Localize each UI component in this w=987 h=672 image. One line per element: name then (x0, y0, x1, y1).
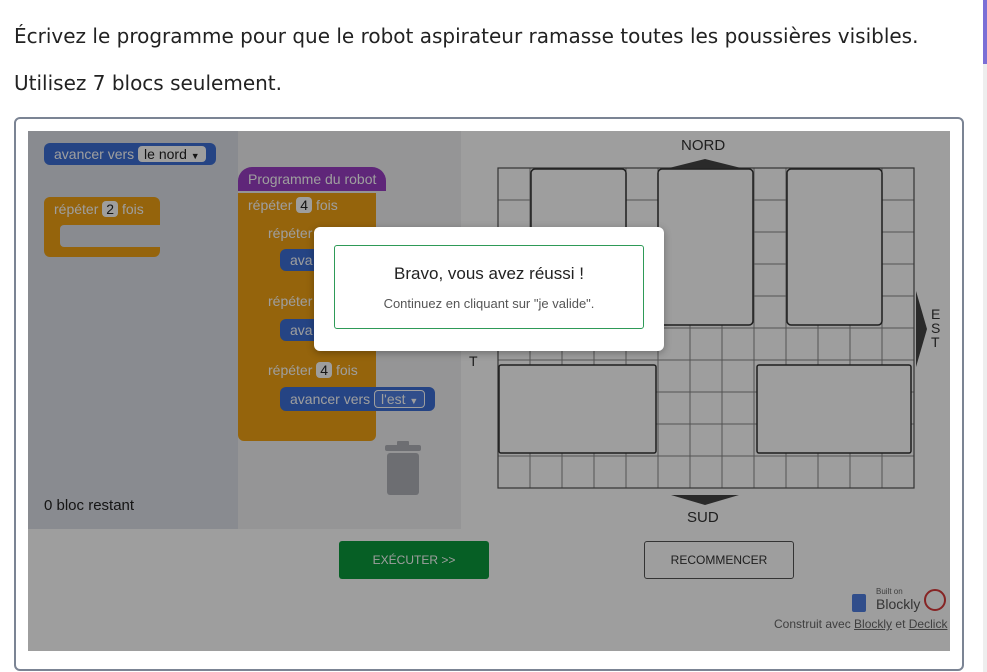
modal-overlay[interactable] (28, 131, 950, 651)
blockly-stage: avancer vers le nord ▼ répéter 2 fois 0 … (28, 131, 950, 651)
success-modal-content: Bravo, vous avez réussi ! Continuez en c… (334, 245, 644, 329)
instruction-block-limit: Utilisez 7 blocs seulement. (14, 71, 282, 95)
success-message: Continuez en cliquant sur "je valide". (383, 296, 595, 311)
scrollbar-thumb[interactable] (983, 0, 987, 64)
instruction-text: Écrivez le programme pour que le robot a… (14, 24, 919, 48)
success-modal: Bravo, vous avez réussi ! Continuez en c… (314, 227, 664, 351)
exercise-frame: avancer vers le nord ▼ répéter 2 fois 0 … (14, 117, 964, 671)
success-title: Bravo, vous avez réussi ! (394, 264, 584, 283)
scrollbar-track[interactable] (983, 0, 987, 672)
